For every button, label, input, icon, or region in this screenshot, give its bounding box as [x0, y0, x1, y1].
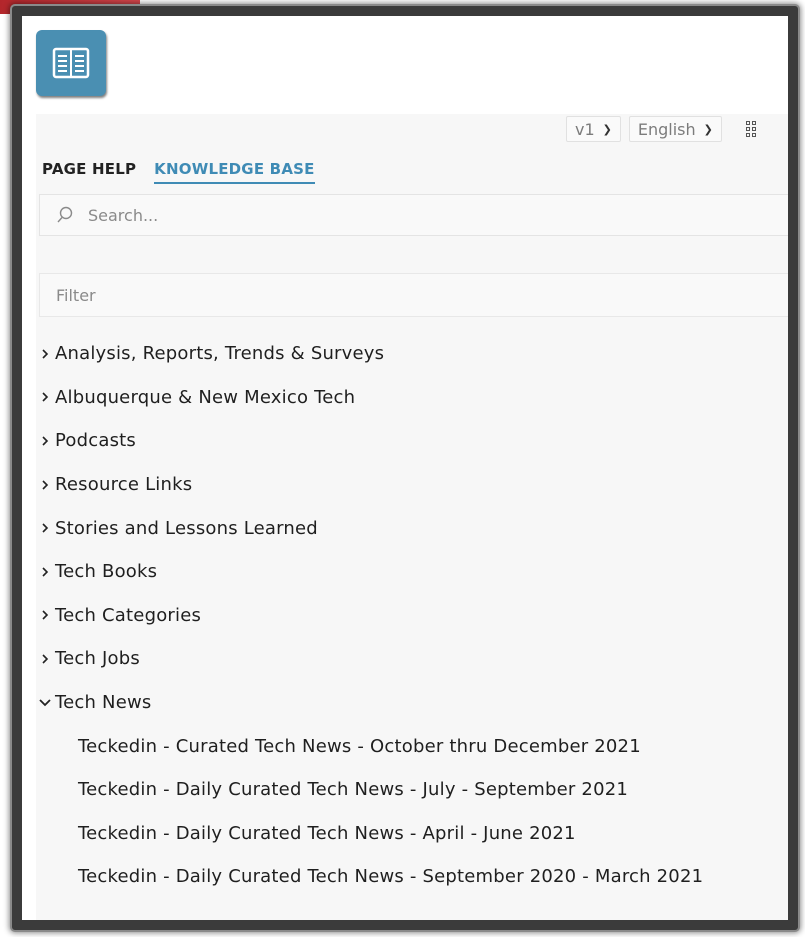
tree-item-albuquerque-tech[interactable]: Albuquerque & New Mexico Tech — [36, 376, 788, 420]
tree-item-label: Podcasts — [55, 430, 136, 452]
chevron-right-icon — [36, 391, 54, 403]
tree-item-tech-jobs[interactable]: Tech Jobs — [36, 637, 788, 681]
tab-page-help[interactable]: PAGE HELP — [42, 160, 136, 184]
filter-input[interactable] — [54, 284, 658, 306]
tree-item-label: Resource Links — [55, 474, 193, 496]
tree-item-tech-news[interactable]: Tech News — [36, 681, 788, 725]
tree-item-label: Stories and Lessons Learned — [55, 517, 318, 539]
search-icon — [57, 206, 73, 223]
version-select[interactable]: v1 ❯ — [566, 116, 621, 142]
grid-menu-icon[interactable] — [745, 121, 756, 137]
tree-subitem-apr-jun-2021[interactable]: Teckedin - Daily Curated Tech News - Apr… — [36, 812, 788, 856]
chevron-down-icon: ❯ — [703, 122, 713, 136]
chevron-right-icon — [36, 435, 54, 447]
knowledge-base-tree: Analysis, Reports, Trends & Surveys Albu… — [36, 332, 788, 899]
help-panel-window: v1 ❯ English ❯ PAGE HELP KNOWLEDGE BASE — [12, 6, 798, 930]
chevron-right-icon — [36, 348, 54, 360]
version-value: v1 — [575, 119, 595, 139]
chevron-right-icon — [36, 566, 54, 578]
tree-item-analysis-reports[interactable]: Analysis, Reports, Trends & Surveys — [36, 332, 788, 376]
book-icon — [52, 47, 90, 79]
chevron-right-icon — [36, 522, 54, 534]
tree-item-podcasts[interactable]: Podcasts — [36, 419, 788, 463]
tree-subitem-oct-dec-2021[interactable]: Teckedin - Curated Tech News - October t… — [36, 724, 788, 768]
tree-item-label: Tech Books — [55, 561, 158, 583]
chevron-right-icon — [36, 609, 54, 621]
search-input[interactable] — [86, 204, 690, 226]
tree-item-stories-lessons[interactable]: Stories and Lessons Learned — [36, 506, 788, 550]
chevron-right-icon — [36, 479, 54, 491]
tab-knowledge-base[interactable]: KNOWLEDGE BASE — [154, 160, 315, 184]
tree-subitem-jul-sep-2021[interactable]: Teckedin - Daily Curated Tech News - Jul… — [36, 768, 788, 812]
top-controls: v1 ❯ English ❯ — [566, 116, 756, 142]
tree-item-tech-categories[interactable]: Tech Categories — [36, 594, 788, 638]
language-select[interactable]: English ❯ — [628, 116, 722, 142]
knowledge-base-logo[interactable] — [36, 30, 106, 96]
tree-item-tech-books[interactable]: Tech Books — [36, 550, 788, 594]
tree-item-label: Tech News — [55, 692, 152, 714]
help-panel: v1 ❯ English ❯ PAGE HELP KNOWLEDGE BASE — [36, 114, 788, 920]
tree-item-resource-links[interactable]: Resource Links — [36, 463, 788, 507]
chevron-down-icon: ❯ — [602, 122, 612, 136]
tree-item-label: Albuquerque & New Mexico Tech — [55, 386, 356, 408]
panel-tabs: PAGE HELP KNOWLEDGE BASE — [42, 160, 315, 184]
tree-item-label: Tech Jobs — [55, 648, 140, 670]
tree-subitem-sep2020-mar2021[interactable]: Teckedin - Daily Curated Tech News - Sep… — [36, 855, 788, 899]
language-value: English — [637, 119, 696, 139]
filter-box — [39, 273, 788, 317]
tree-item-label: Tech Categories — [55, 604, 202, 626]
tree-item-label: Analysis, Reports, Trends & Surveys — [55, 343, 385, 365]
chevron-down-icon — [36, 697, 54, 709]
search-box — [39, 194, 788, 236]
chevron-right-icon — [36, 653, 54, 665]
